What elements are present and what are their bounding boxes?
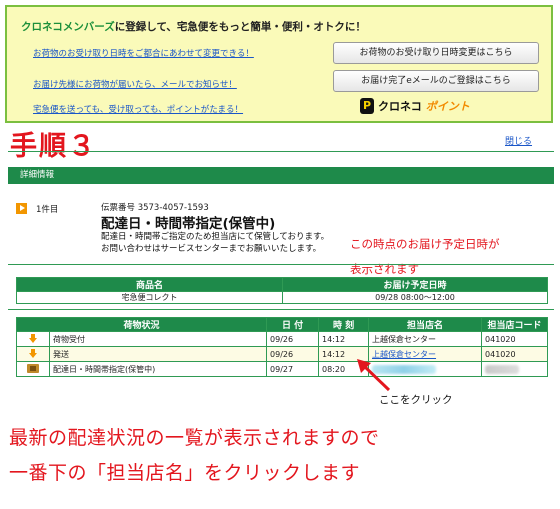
change-delivery-link[interactable]: お荷物のお受け取り日時をご都合にあわせて変更できる！ [33,47,254,59]
col-date: 日 付 [266,317,320,332]
tracking-status-table: 荷物状況 日 付 時 刻 担当店名 担当店コード 荷物受付 09/26 14:1… [15,317,548,377]
logo-point-text: ポイント [425,100,470,113]
goods-table: 商品名 お届け予定日時 宅急便コレクト 09/28 08:00～12:00 [16,277,548,304]
divider [8,151,554,152]
instruction-line-1: 最新の配達状況の一覧が表示されますので [9,427,380,449]
col-store: 担当店名 [368,317,483,332]
col-goods-name: 商品名 [16,277,283,292]
step-title: 手順３ [10,131,97,162]
store-code-cell: 041020 [481,331,548,347]
col-time: 時 刻 [318,317,370,332]
time-cell: 14:12 [318,331,370,347]
kuroneko-point-logo[interactable]: P クロネコ ポイント [360,97,470,115]
banner-heading-text: に登録して、宅急便をもっと簡単・便利・オトクに！ [114,21,366,33]
col-store-code: 担当店コード [481,317,548,332]
store-cell: 上越保倉センター [368,331,483,347]
instruction-line-2: 一番下の「担当店名」をクリックします [9,462,361,484]
delivery-mail-link[interactable]: お届け先様にお荷物が届いたら、メールでお知らせ！ [33,78,237,90]
status-cell: 発送 [48,346,268,362]
divider [8,264,554,265]
change-delivery-button[interactable]: お荷物のお受け取り日時変更はこちら [333,42,539,64]
arrow-right-icon [16,203,27,214]
divider [8,309,554,310]
table-row: 荷物受付 09/26 14:12 上越保倉センター 041020 [16,331,548,347]
pointer-arrow-icon [357,359,391,392]
date-cell: 09/26 [266,346,320,362]
detail-info-header: 詳細情報 [8,167,554,184]
down-arrow-icon [16,331,50,347]
col-delivery-date: お届け予定日時 [282,277,548,292]
status-note-2: お問い合わせはサービスセンターまでお願いいたします。 [101,244,322,254]
table-row: 配達日・時間帯指定(保管中) 09/27 08:20 [16,361,548,377]
truck-icon [16,361,50,377]
delivery-date-cell: 09/28 08:00～12:00 [282,291,548,304]
store-code-blurred [481,361,548,377]
status-cell: 配達日・時間帯指定(保管中) [48,361,268,377]
point-p-icon: P [360,98,374,114]
points-link[interactable]: 宅急便を送っても、受け取っても、ポイントがたまる！ [33,103,243,115]
item-count: 1件目 [36,205,59,215]
annotation-line-1: この時点のお届け予定日時が [350,237,500,251]
delivery-mail-button[interactable]: お届け完了eメールのご登録はこちら [333,70,539,92]
date-cell: 09/27 [266,361,320,377]
date-cell: 09/26 [266,331,320,347]
table-row: 宅急便コレクト 09/28 08:00～12:00 [16,291,548,304]
close-link[interactable]: 閉じる [505,134,532,147]
down-arrow-icon [16,346,50,362]
current-status: 配達日・時間帯指定(保管中) [101,216,276,232]
logo-kuroneko-text: クロネコ [378,100,422,113]
banner-heading: クロネコメンバーズに登録して、宅急便をもっと簡単・便利・オトクに！ [21,19,366,34]
table-row: 発送 09/26 14:12 上越保倉センター 041020 [16,346,548,362]
status-cell: 荷物受付 [48,331,268,347]
kuroneko-members-banner: クロネコメンバーズに登録して、宅急便をもっと簡単・便利・オトクに！ お荷物のお受… [5,5,553,123]
goods-name-cell: 宅急便コレクト [16,291,283,304]
annotation-delivery-time: この時点のお届け予定日時が 表示されます [350,232,500,282]
click-here-annotation: ここをクリック [379,394,453,406]
members-brand-link[interactable]: クロネコメンバーズ [21,21,115,33]
col-status: 荷物状況 [15,317,268,332]
store-code-cell: 041020 [481,346,548,362]
status-note-1: 配達日・時間帯ご指定のため担当店にて保管しております。 [101,232,330,242]
blurred-code [485,364,520,374]
